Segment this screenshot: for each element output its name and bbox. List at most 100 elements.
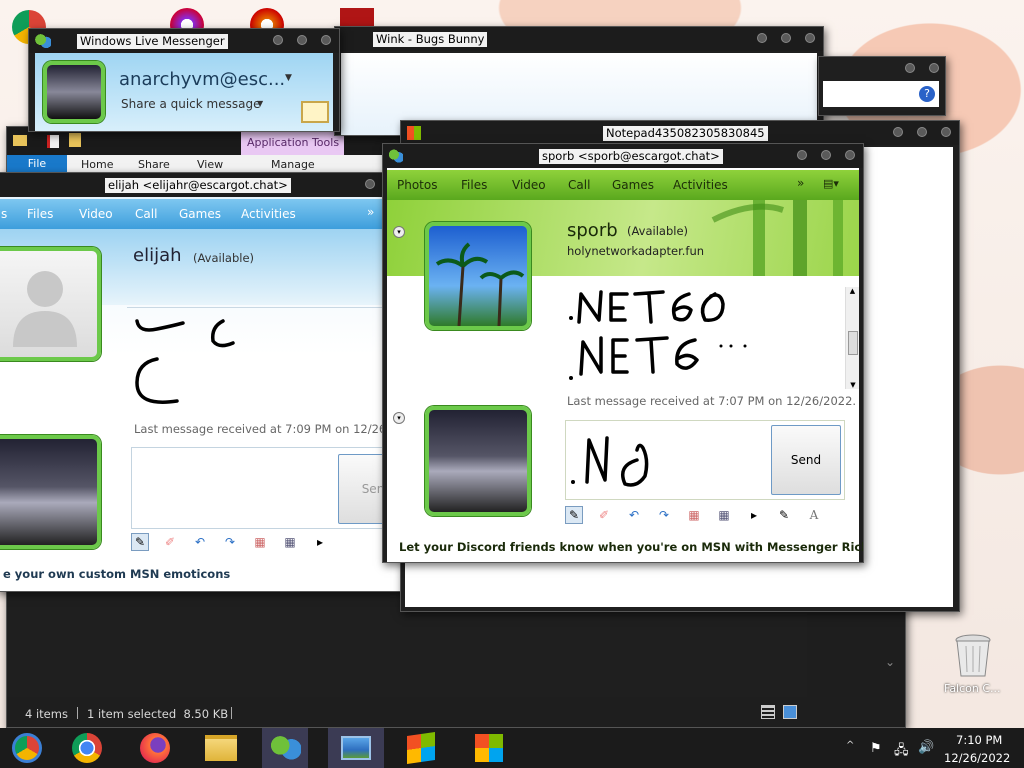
- color-grid-icon[interactable]: ▦: [685, 506, 703, 524]
- desktop: Falcon C... Application Tools File Home …: [0, 0, 1024, 768]
- quick-access-folder-icon[interactable]: [13, 135, 27, 146]
- taskbar-photos[interactable]: [328, 728, 384, 768]
- close-icon[interactable]: [321, 35, 331, 45]
- menu-games[interactable]: Games: [179, 207, 221, 221]
- conversation-scrollbar[interactable]: ▲ ▼: [845, 287, 859, 389]
- more-tools-icon[interactable]: ▸: [311, 533, 329, 551]
- expand-chevron-icon[interactable]: ⌄: [885, 655, 895, 669]
- maximize-icon[interactable]: [917, 127, 927, 137]
- volume-icon[interactable]: 🔊: [918, 740, 934, 755]
- scroll-up-icon[interactable]: ▲: [846, 287, 859, 295]
- scroll-down-icon[interactable]: ▼: [846, 381, 860, 389]
- minimize-icon[interactable]: [757, 33, 767, 43]
- action-center-flag-icon[interactable]: ⚑: [870, 741, 882, 756]
- menu-video[interactable]: Video: [512, 178, 546, 192]
- size-grid-icon[interactable]: ▦: [281, 533, 299, 551]
- wlm-username[interactable]: anarchyvm@esc...: [119, 69, 285, 90]
- maximize-icon[interactable]: [821, 150, 831, 160]
- taskbar-windows-xp[interactable]: [398, 728, 444, 768]
- handwriting-pen-icon[interactable]: ✎: [565, 506, 583, 524]
- folder-icon: [205, 735, 237, 761]
- maximize-icon[interactable]: [781, 33, 791, 43]
- more-tools-icon[interactable]: ▸: [745, 506, 763, 524]
- menu-files[interactable]: Files: [27, 207, 53, 221]
- tab-manage[interactable]: Manage: [271, 158, 315, 171]
- elijah-format-toolbar: ✎ ✐ ↶ ↷ ▦ ▦ ▸: [131, 530, 329, 554]
- tab-share[interactable]: Share: [138, 158, 170, 171]
- tab-view[interactable]: View: [197, 158, 223, 171]
- options-menu-icon[interactable]: ▤▾: [823, 177, 839, 190]
- sporb-own-avatar[interactable]: [425, 406, 531, 516]
- elijah-last-message: Last message received at 7:09 PM on 12/2…: [134, 422, 391, 436]
- clock-time[interactable]: 7:10 PM: [956, 733, 1002, 747]
- menu-more-icon[interactable]: »: [367, 205, 374, 219]
- undo-icon[interactable]: ↶: [191, 533, 209, 551]
- menu-call[interactable]: Call: [568, 178, 590, 192]
- size-grid-icon[interactable]: ▦: [715, 506, 733, 524]
- maximize-icon[interactable]: [297, 35, 307, 45]
- menu-photos[interactable]: Photos: [397, 178, 437, 192]
- minimize-icon[interactable]: [273, 35, 283, 45]
- tab-home[interactable]: Home: [81, 158, 113, 171]
- handwriting-pen-icon[interactable]: ✎: [131, 533, 149, 551]
- redo-icon[interactable]: ↷: [655, 506, 673, 524]
- taskbar-windows-logo[interactable]: [466, 728, 512, 768]
- menu-games[interactable]: Games: [612, 178, 654, 192]
- recycle-bin-icon[interactable]: [952, 632, 994, 678]
- menu-files[interactable]: Files: [461, 178, 487, 192]
- menu-video[interactable]: Video: [79, 207, 113, 221]
- quick-access-save-icon[interactable]: [47, 135, 59, 148]
- eraser-icon[interactable]: ✐: [595, 506, 613, 524]
- tab-file[interactable]: File: [7, 155, 67, 173]
- minimize-icon[interactable]: [365, 179, 375, 189]
- taskbar-firefox[interactable]: [132, 728, 178, 768]
- font-icon[interactable]: A: [805, 506, 823, 524]
- elijah-banner[interactable]: e your own custom MSN emoticons: [3, 567, 230, 581]
- sporb-send-label: Send: [790, 453, 822, 467]
- close-icon[interactable]: [941, 127, 951, 137]
- elijah-own-avatar[interactable]: [0, 435, 101, 549]
- close-icon[interactable]: [805, 33, 815, 43]
- taskbar-explorer[interactable]: [198, 728, 244, 768]
- status-dropdown-icon[interactable]: ▼: [285, 73, 292, 83]
- help-icon[interactable]: ?: [919, 86, 935, 102]
- taskbar-chrome[interactable]: [64, 728, 110, 768]
- network-icon[interactable]: 🖧: [894, 741, 909, 763]
- menu-call[interactable]: Call: [135, 207, 157, 221]
- details-view-icon[interactable]: [761, 705, 775, 719]
- taskbar-chrome-alt[interactable]: [4, 728, 50, 768]
- elijah-avatar[interactable]: [0, 247, 101, 361]
- close-icon[interactable]: [845, 150, 855, 160]
- sporb-avatar[interactable]: [425, 222, 531, 330]
- menu-activities[interactable]: Activities: [241, 207, 296, 221]
- eraser-icon[interactable]: ✐: [161, 533, 179, 551]
- wlm-avatar[interactable]: [43, 61, 105, 123]
- minimize-icon[interactable]: [797, 150, 807, 160]
- clock-date[interactable]: 12/26/2022: [944, 751, 1010, 765]
- header-collapse-icon[interactable]: ▾: [393, 226, 405, 238]
- menu-more-icon[interactable]: »: [797, 176, 804, 190]
- undo-icon[interactable]: ↶: [625, 506, 643, 524]
- minimize-icon[interactable]: [893, 127, 903, 137]
- large-icons-view-icon[interactable]: [783, 705, 797, 719]
- color-grid-icon[interactable]: ▦: [251, 533, 269, 551]
- menu-activities[interactable]: Activities: [673, 178, 728, 192]
- close-icon[interactable]: [929, 63, 939, 73]
- menu-photos[interactable]: s: [1, 207, 7, 221]
- elijah-separator: [127, 307, 425, 308]
- wlm-quick-message[interactable]: Share a quick message: [121, 97, 260, 111]
- wlm-title: Windows Live Messenger: [77, 34, 228, 49]
- pen-icon[interactable]: ✎: [775, 506, 793, 524]
- self-collapse-icon[interactable]: ▾: [393, 412, 405, 424]
- taskbar-messenger[interactable]: [262, 728, 308, 768]
- sporb-banner[interactable]: Let your Discord friends know when you'r…: [399, 540, 863, 554]
- quick-access-newfolder-icon[interactable]: [69, 133, 81, 147]
- scroll-thumb[interactable]: [848, 331, 858, 355]
- sporb-send-button[interactable]: Send: [771, 425, 841, 495]
- notification-icon[interactable]: [301, 101, 329, 123]
- redo-icon[interactable]: ↷: [221, 533, 239, 551]
- sporb-last-message: Last message received at 7:07 PM on 12/2…: [567, 394, 857, 408]
- quick-message-dropdown-icon[interactable]: ▼: [257, 99, 263, 108]
- show-hidden-icons-icon[interactable]: ^: [846, 740, 854, 751]
- minimize-icon[interactable]: [905, 63, 915, 73]
